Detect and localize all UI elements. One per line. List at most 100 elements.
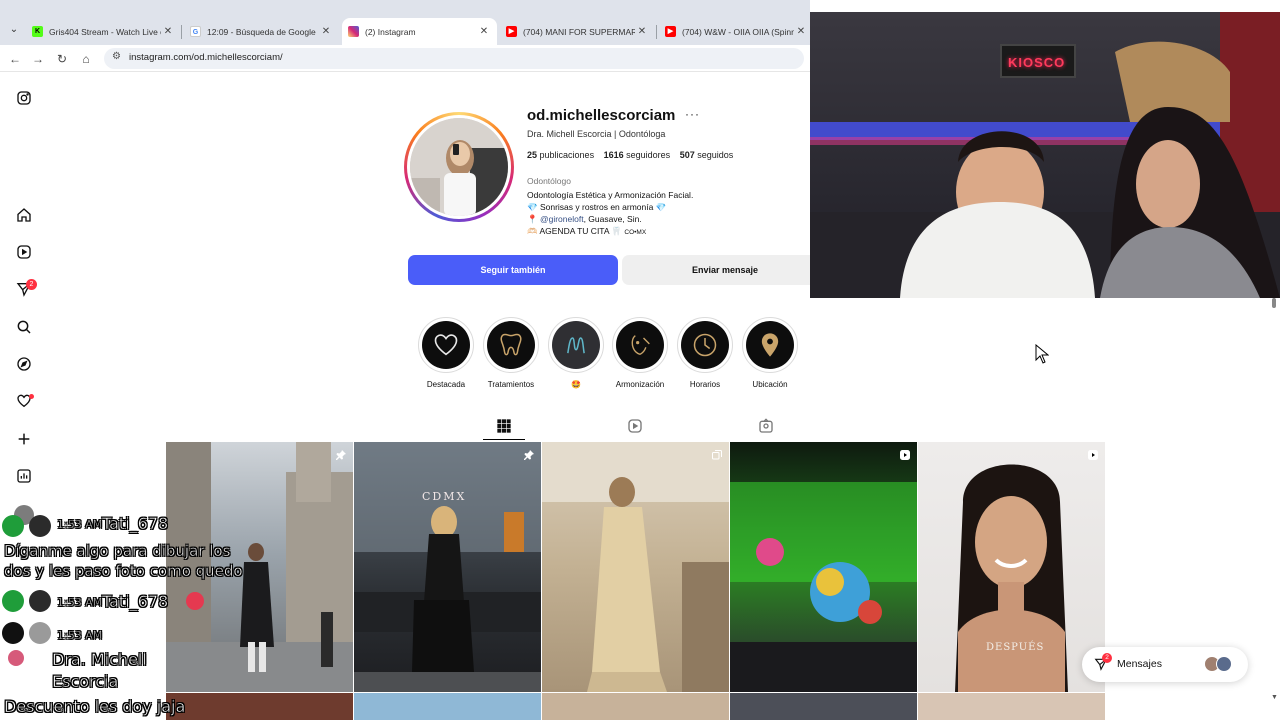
highlight-armonizacion[interactable]: Armonización — [612, 317, 668, 389]
webcam-overlay: KIOSCO — [810, 12, 1280, 298]
emoji-icon — [186, 592, 204, 610]
post-tile[interactable]: DESPUÉS — [918, 442, 1105, 692]
screen: ⌄ K Gris404 Stream - Watch Live on ✕ G 1… — [0, 0, 1280, 720]
pin-icon — [335, 448, 347, 460]
reel-icon — [1087, 448, 1099, 460]
close-icon[interactable]: ✕ — [794, 26, 808, 37]
dashboard-chart-icon[interactable] — [15, 467, 33, 485]
profile-photo — [410, 118, 508, 216]
scroll-down-arrow-icon[interactable]: ▼ — [1271, 694, 1278, 701]
kick-icon — [2, 515, 24, 537]
posts-count: 25 — [527, 150, 538, 160]
following-count[interactable]: 507 — [680, 150, 695, 160]
badge-icon — [8, 650, 24, 666]
close-icon[interactable]: ✕ — [477, 26, 491, 37]
tab-search-dropdown-icon[interactable]: ⌄ — [4, 20, 24, 40]
highlight-label: Destacada — [426, 380, 466, 389]
profile-category: Odontólogo — [527, 176, 571, 186]
browser-tab-youtube-1[interactable]: ▶ (704) MANI FOR SUPERMARKE ✕ — [500, 18, 655, 45]
highlight-emoji[interactable]: 🤩 — [548, 317, 604, 389]
avatar — [1216, 656, 1232, 672]
url-text: instagram.com/od.michellescorciam/ — [129, 52, 283, 63]
close-icon[interactable]: ✕ — [161, 26, 175, 37]
followers-count[interactable]: 1616 — [604, 150, 624, 160]
chat-username: Tati_678 — [102, 514, 169, 534]
highlight-ubicacion[interactable]: Ubicación — [742, 317, 798, 389]
active-tab-indicator — [483, 439, 525, 440]
site-settings-icon[interactable]: ⚙ — [112, 51, 121, 62]
post-tile[interactable]: CDMX — [354, 442, 541, 692]
highlight-tratamientos[interactable]: Tratamientos — [483, 317, 539, 389]
post-tile[interactable] — [354, 693, 541, 720]
post-tile[interactable] — [166, 693, 353, 720]
reload-icon[interactable]: ↻ — [53, 50, 71, 68]
following-label[interactable]: seguidos — [697, 150, 733, 160]
more-options-icon[interactable]: ··· — [685, 107, 700, 121]
scrollbar-thumb[interactable] — [1272, 298, 1276, 308]
face-icon — [616, 321, 664, 369]
post-tile[interactable] — [730, 693, 917, 720]
create-plus-icon[interactable] — [15, 430, 33, 448]
highlight-label: Horarios — [689, 380, 721, 389]
clock-icon — [681, 321, 729, 369]
letter-m-icon — [552, 321, 600, 369]
reel-icon — [899, 448, 911, 460]
followers-label[interactable]: seguidores — [626, 150, 670, 160]
bio-mention-link[interactable]: @gironeloft — [540, 214, 584, 224]
messages-pill-button[interactable]: 2 Mensajes — [1082, 647, 1248, 682]
avatar — [29, 622, 51, 644]
highlight-destacada[interactable]: Destacada — [418, 317, 474, 389]
post-tile[interactable] — [542, 442, 729, 692]
bio-line: 💎 Sonrisas y rostros en armonía 💎 — [527, 202, 667, 212]
messages-badge: 2 — [1102, 653, 1112, 663]
messages-badge: 2 — [26, 279, 37, 290]
kick-icon: K — [32, 26, 43, 37]
reels-icon[interactable] — [15, 243, 33, 261]
reels-tab-icon[interactable] — [627, 418, 643, 434]
address-bar-row: ← → ↻ ⌂ ⚙ instagram.com/od.michellescorc… — [0, 45, 810, 72]
instagram-icon — [348, 26, 359, 37]
chat-timestamp: 1:53 AM — [57, 596, 103, 610]
post-caption: CDMX — [422, 490, 467, 503]
tab-title: Gris404 Stream - Watch Live on — [49, 26, 161, 37]
back-arrow-icon[interactable]: ← — [6, 50, 24, 68]
tab-title: (2) Instagram — [365, 26, 416, 37]
profile-avatar[interactable] — [404, 112, 514, 222]
pin-emoji: 📍 — [527, 214, 538, 224]
browser-tab-kick[interactable]: K Gris404 Stream - Watch Live on ✕ — [26, 18, 181, 45]
tab-title: (704) MANI FOR SUPERMARKE — [523, 26, 635, 37]
follow-back-button[interactable]: Seguir también — [408, 255, 618, 285]
browser-tab-youtube-2[interactable]: ▶ (704) W&W - OIIA OIIA (Spinn ✕ — [659, 18, 814, 45]
post-tile[interactable] — [730, 442, 917, 692]
send-message-button[interactable]: Enviar mensaje — [622, 255, 828, 285]
tab-title: (704) W&W - OIIA OIIA (Spinn — [682, 26, 794, 37]
home-icon[interactable]: ⌂ — [77, 50, 95, 68]
close-icon[interactable]: ✕ — [319, 26, 333, 37]
url-field[interactable]: ⚙ instagram.com/od.michellescorciam/ — [104, 48, 804, 69]
youtube-icon: ▶ — [665, 26, 676, 37]
search-icon[interactable] — [15, 318, 33, 336]
chat-message: dos y les paso foto como quedo — [4, 562, 243, 581]
carousel-icon — [711, 448, 723, 460]
post-tile[interactable] — [918, 693, 1105, 720]
posts-grid-tab-icon[interactable] — [496, 418, 512, 434]
highlight-horarios[interactable]: Horarios — [677, 317, 733, 389]
tagged-tab-icon[interactable] — [758, 418, 774, 434]
chat-message: Díganme algo para dibujar los — [4, 542, 231, 561]
instagram-logo-icon[interactable] — [15, 89, 33, 107]
pin-icon — [523, 448, 535, 460]
bio-location: , Guasave, Sin. — [583, 214, 642, 224]
home-icon[interactable] — [15, 206, 33, 224]
chat-username: Escorcia — [52, 672, 119, 692]
post-tile[interactable] — [542, 693, 729, 720]
browser-tab-google[interactable]: G 12:09 - Búsqueda de Google ✕ — [184, 18, 339, 45]
close-icon[interactable]: ✕ — [635, 26, 649, 37]
browser-tab-instagram[interactable]: (2) Instagram ✕ — [342, 18, 497, 45]
explore-compass-icon[interactable] — [15, 355, 33, 373]
tiktok-icon — [2, 622, 24, 644]
location-pin-icon — [746, 321, 794, 369]
profile-full-name: Dra. Michell Escorcia | Odontóloga — [527, 129, 666, 139]
neon-sign-text: KIOSCO — [1008, 55, 1066, 70]
chat-message: Descuento les doy jaja — [4, 697, 186, 717]
forward-arrow-icon[interactable]: → — [29, 50, 47, 68]
